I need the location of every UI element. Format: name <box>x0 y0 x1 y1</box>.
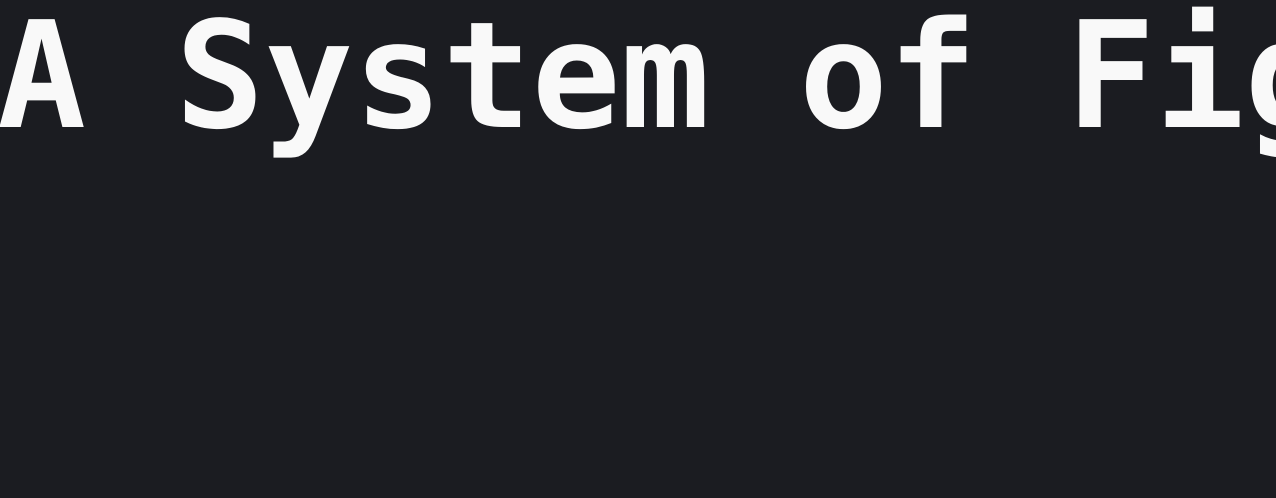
page-canvas: A System of Figs <box>0 0 1276 498</box>
page-title: A System of Figs <box>0 0 1276 162</box>
